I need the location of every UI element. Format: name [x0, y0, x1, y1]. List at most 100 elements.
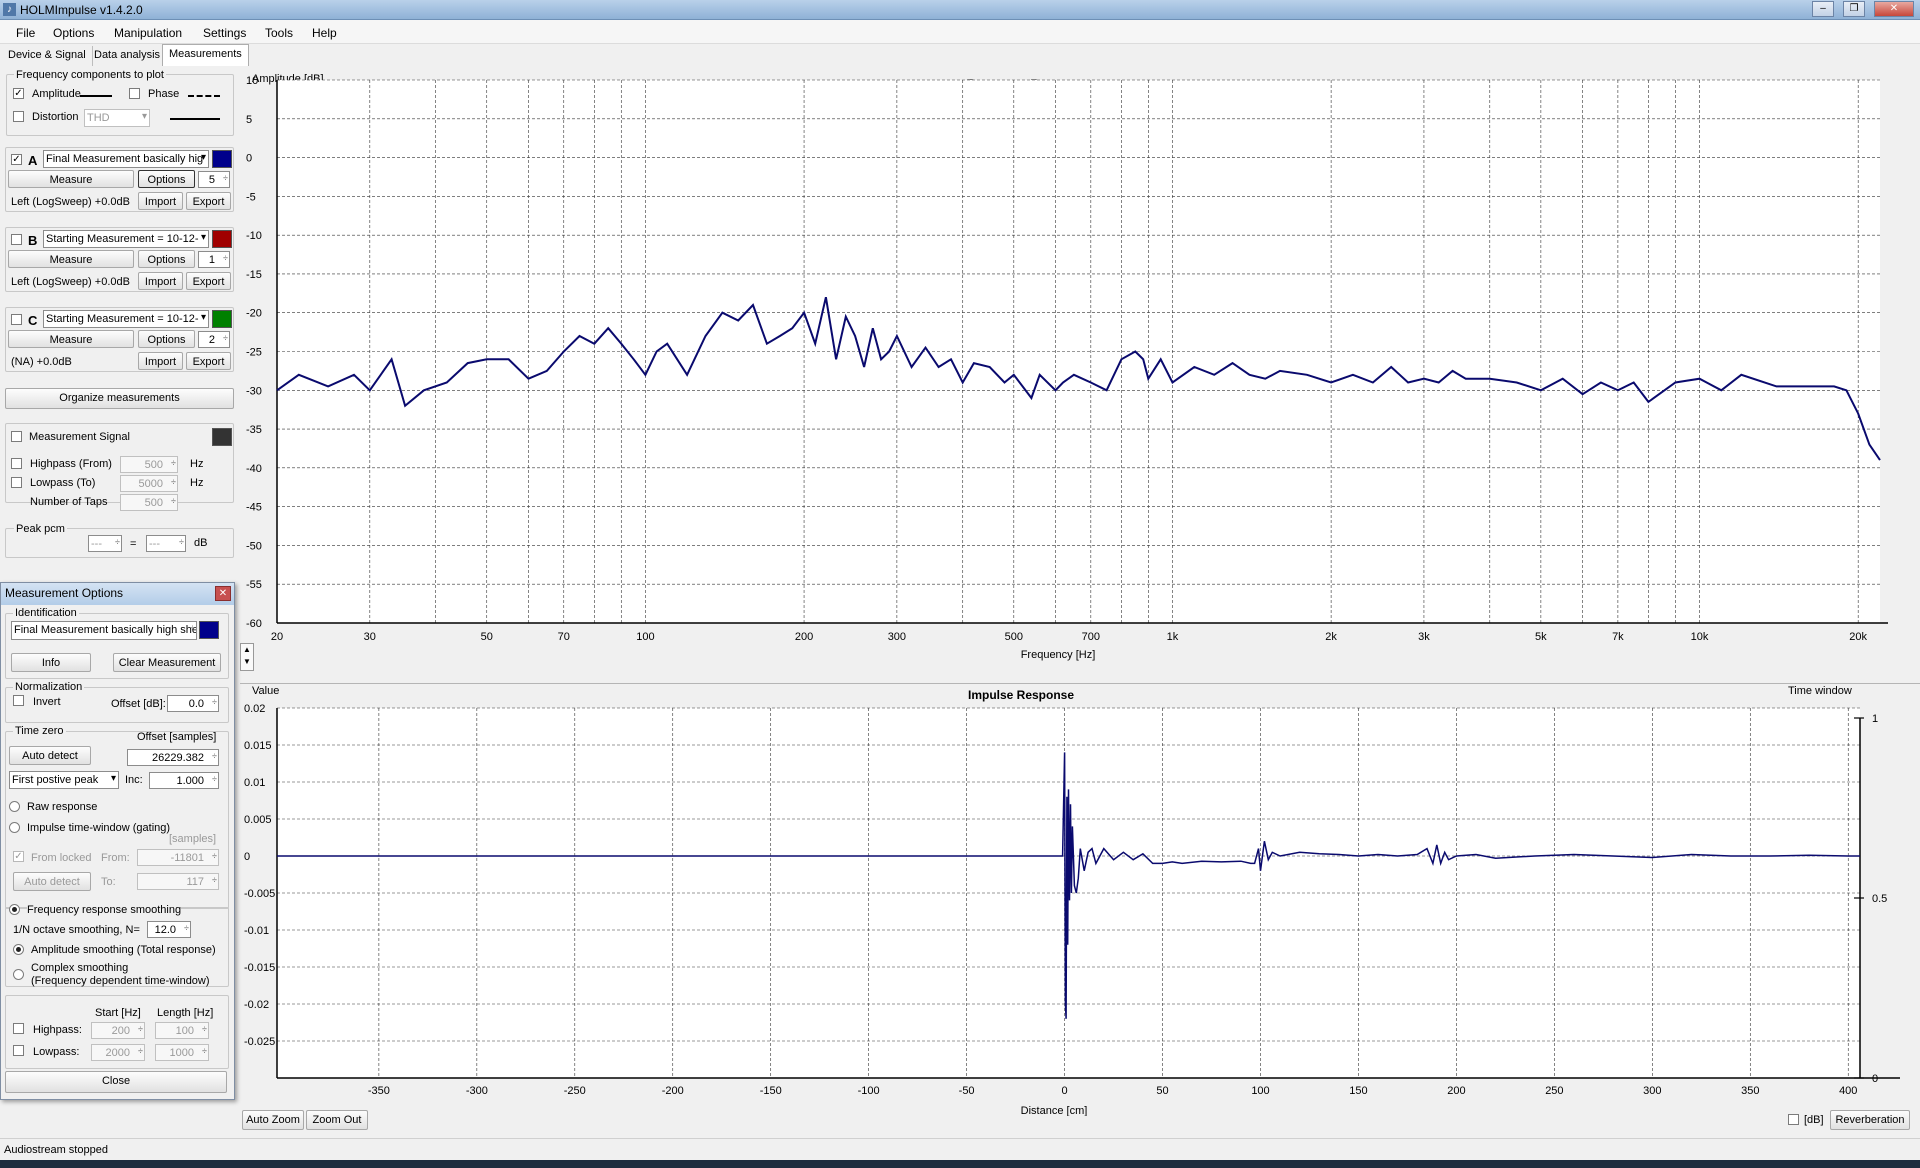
menu-help[interactable]: Help — [312, 26, 337, 40]
slot-b-import-button[interactable]: Import — [138, 272, 183, 290]
octave-smoothing-spinner[interactable]: 12.0 — [147, 921, 191, 938]
slot-c-color-swatch[interactable] — [212, 310, 232, 328]
measurement-name-field[interactable]: Final Measurement basically high she — [11, 621, 197, 640]
slot-b-checkbox[interactable] — [11, 234, 22, 245]
lowpass-to-checkbox[interactable] — [11, 477, 22, 488]
amplitude-checkbox[interactable]: ✓ — [13, 88, 24, 99]
measurement-signal-color-swatch[interactable] — [212, 428, 232, 446]
from-locked-label: From locked — [31, 852, 92, 864]
impulse-window-radio[interactable] — [9, 822, 20, 833]
impulse-response-chart[interactable]: Value Impulse Response Distance [cm] Tim… — [242, 680, 1920, 1116]
slot-c-export-button[interactable]: Export — [186, 352, 231, 370]
slot-b-measurement-select[interactable]: Starting Measurement = 10-12- — [43, 230, 209, 248]
highpass-start-spinner[interactable]: 200 — [91, 1022, 145, 1039]
amplitude-smoothing-radio[interactable] — [13, 944, 24, 955]
fr-y-tick-label: -15 — [246, 269, 262, 281]
slot-b-count-spinner[interactable]: 1 — [198, 251, 230, 268]
auto-detect-button[interactable]: Auto detect — [9, 746, 91, 765]
slot-c-measure-button[interactable]: Measure — [8, 330, 134, 348]
menu-tools[interactable]: Tools — [265, 26, 293, 40]
ir-x-tick-label: 0 — [1062, 1085, 1068, 1097]
organize-measurements-button[interactable]: Organize measurements — [5, 388, 234, 409]
amplitude-smoothing-label: Amplitude smoothing (Total response) — [31, 944, 216, 956]
highpass-from-spinner[interactable]: 500 — [120, 456, 178, 473]
ir-x-tick-label: 150 — [1349, 1085, 1367, 1097]
amplitude-line-style — [80, 95, 112, 97]
close-window-button[interactable]: ✕ — [1874, 1, 1914, 17]
maximize-button[interactable]: ❐ — [1843, 1, 1865, 17]
lowpass-to-spinner[interactable]: 5000 — [120, 475, 178, 492]
measurement-color-swatch[interactable] — [199, 621, 219, 639]
db-checkbox[interactable] — [1788, 1114, 1799, 1125]
slot-b-export-button[interactable]: Export — [186, 272, 231, 290]
minimize-button[interactable]: – — [1812, 1, 1834, 17]
slot-a-export-button[interactable]: Export — [186, 192, 231, 210]
auto-zoom-button[interactable]: Auto Zoom — [242, 1110, 304, 1130]
phase-checkbox[interactable] — [129, 88, 140, 99]
measurement-signal-checkbox[interactable] — [11, 431, 22, 442]
slot-a-options-button[interactable]: Options — [138, 170, 195, 188]
slot-c-options-button[interactable]: Options — [138, 330, 195, 348]
fr-x-tick-label: 70 — [558, 631, 570, 643]
lowpass-length-spinner[interactable]: 1000 — [155, 1044, 209, 1061]
tab-data-analysis[interactable]: Data analysis — [88, 46, 168, 66]
menu-manipulation[interactable]: Manipulation — [114, 26, 182, 40]
highpass-from-label: Highpass (From) — [30, 458, 112, 470]
highpass-filter-checkbox[interactable] — [13, 1023, 24, 1034]
frequency-components-title: Frequency components to plot — [14, 69, 166, 81]
frequency-response-chart[interactable]: Amplitude [dB] Frequency Response Freque… — [242, 68, 1920, 668]
offset-db-spinner[interactable]: 0.0 — [167, 695, 219, 712]
slot-b-options-button[interactable]: Options — [138, 250, 195, 268]
lowpass-start-spinner[interactable]: 2000 — [91, 1044, 145, 1061]
to-spinner[interactable]: 117 — [137, 873, 219, 890]
number-of-taps-spinner[interactable]: 500 — [120, 494, 178, 511]
highpass-length-spinner[interactable]: 100 — [155, 1022, 209, 1039]
lowpass-filter-checkbox[interactable] — [13, 1045, 24, 1056]
menu-file[interactable]: File — [16, 26, 35, 40]
offset-samples-spinner[interactable]: 26229.382 — [127, 749, 219, 766]
from-spinner[interactable]: -11801 — [137, 849, 219, 866]
ir-y-tick-label: -0.02 — [244, 999, 269, 1011]
ir-x-tick-label: -350 — [368, 1085, 390, 1097]
tab-device-signal[interactable]: Device & Signal — [2, 46, 93, 66]
slot-a-measurement-select[interactable]: Final Measurement basically hig — [43, 150, 209, 168]
splitter-arrows-icon[interactable]: ▲ ▼ — [240, 643, 254, 671]
highpass-from-checkbox[interactable] — [11, 458, 22, 469]
slot-a-color-swatch[interactable] — [212, 150, 232, 168]
auto-detect-window-button[interactable]: Auto detect — [13, 872, 91, 891]
distortion-checkbox[interactable] — [13, 111, 24, 122]
impulse-window-label: Impulse time-window (gating) — [27, 822, 171, 834]
slot-c-import-button[interactable]: Import — [138, 352, 183, 370]
slot-c-count-spinner[interactable]: 2 — [198, 331, 230, 348]
slot-a-measure-button[interactable]: Measure — [8, 170, 134, 188]
reverberation-button[interactable]: Reverberation — [1830, 1110, 1910, 1130]
slot-b-color-swatch[interactable] — [212, 230, 232, 248]
complex-smoothing-radio[interactable] — [13, 969, 24, 980]
inc-spinner[interactable]: 1.000 — [149, 772, 219, 789]
fr-x-tick-label: 1k — [1167, 631, 1179, 643]
freq-smoothing-radio[interactable] — [9, 904, 20, 915]
clear-measurement-button[interactable]: Clear Measurement — [113, 653, 221, 672]
slot-c-checkbox[interactable] — [11, 314, 22, 325]
fr-x-tick-label: 3k — [1418, 631, 1430, 643]
fr-x-tick-label: 5k — [1535, 631, 1547, 643]
title-bar: ♪ HOLMImpulse v1.4.2.0 – ❐ ✕ — [0, 0, 1920, 20]
raw-response-radio[interactable] — [9, 801, 20, 812]
slot-a-checkbox[interactable]: ✓ — [11, 154, 22, 165]
slot-c-measurement-select[interactable]: Starting Measurement = 10-12- — [43, 310, 209, 328]
slot-a-count-spinner[interactable]: 5 — [198, 171, 230, 188]
menu-options[interactable]: Options — [53, 26, 94, 40]
to-label: To: — [101, 876, 116, 888]
menu-settings[interactable]: Settings — [203, 26, 246, 40]
info-button[interactable]: Info — [11, 653, 91, 672]
invert-checkbox[interactable] — [13, 695, 24, 706]
distortion-type-select[interactable]: THD — [84, 109, 150, 127]
tab-measurements[interactable]: Measurements — [162, 44, 249, 66]
peak-mode-select[interactable]: First postive peak — [9, 771, 119, 789]
from-locked-checkbox[interactable]: ✓ — [13, 851, 24, 862]
zoom-out-button[interactable]: Zoom Out — [306, 1110, 368, 1130]
measurement-options-close-icon[interactable]: ✕ — [215, 586, 231, 601]
close-button[interactable]: Close — [5, 1071, 227, 1093]
slot-a-import-button[interactable]: Import — [138, 192, 183, 210]
slot-b-measure-button[interactable]: Measure — [8, 250, 134, 268]
